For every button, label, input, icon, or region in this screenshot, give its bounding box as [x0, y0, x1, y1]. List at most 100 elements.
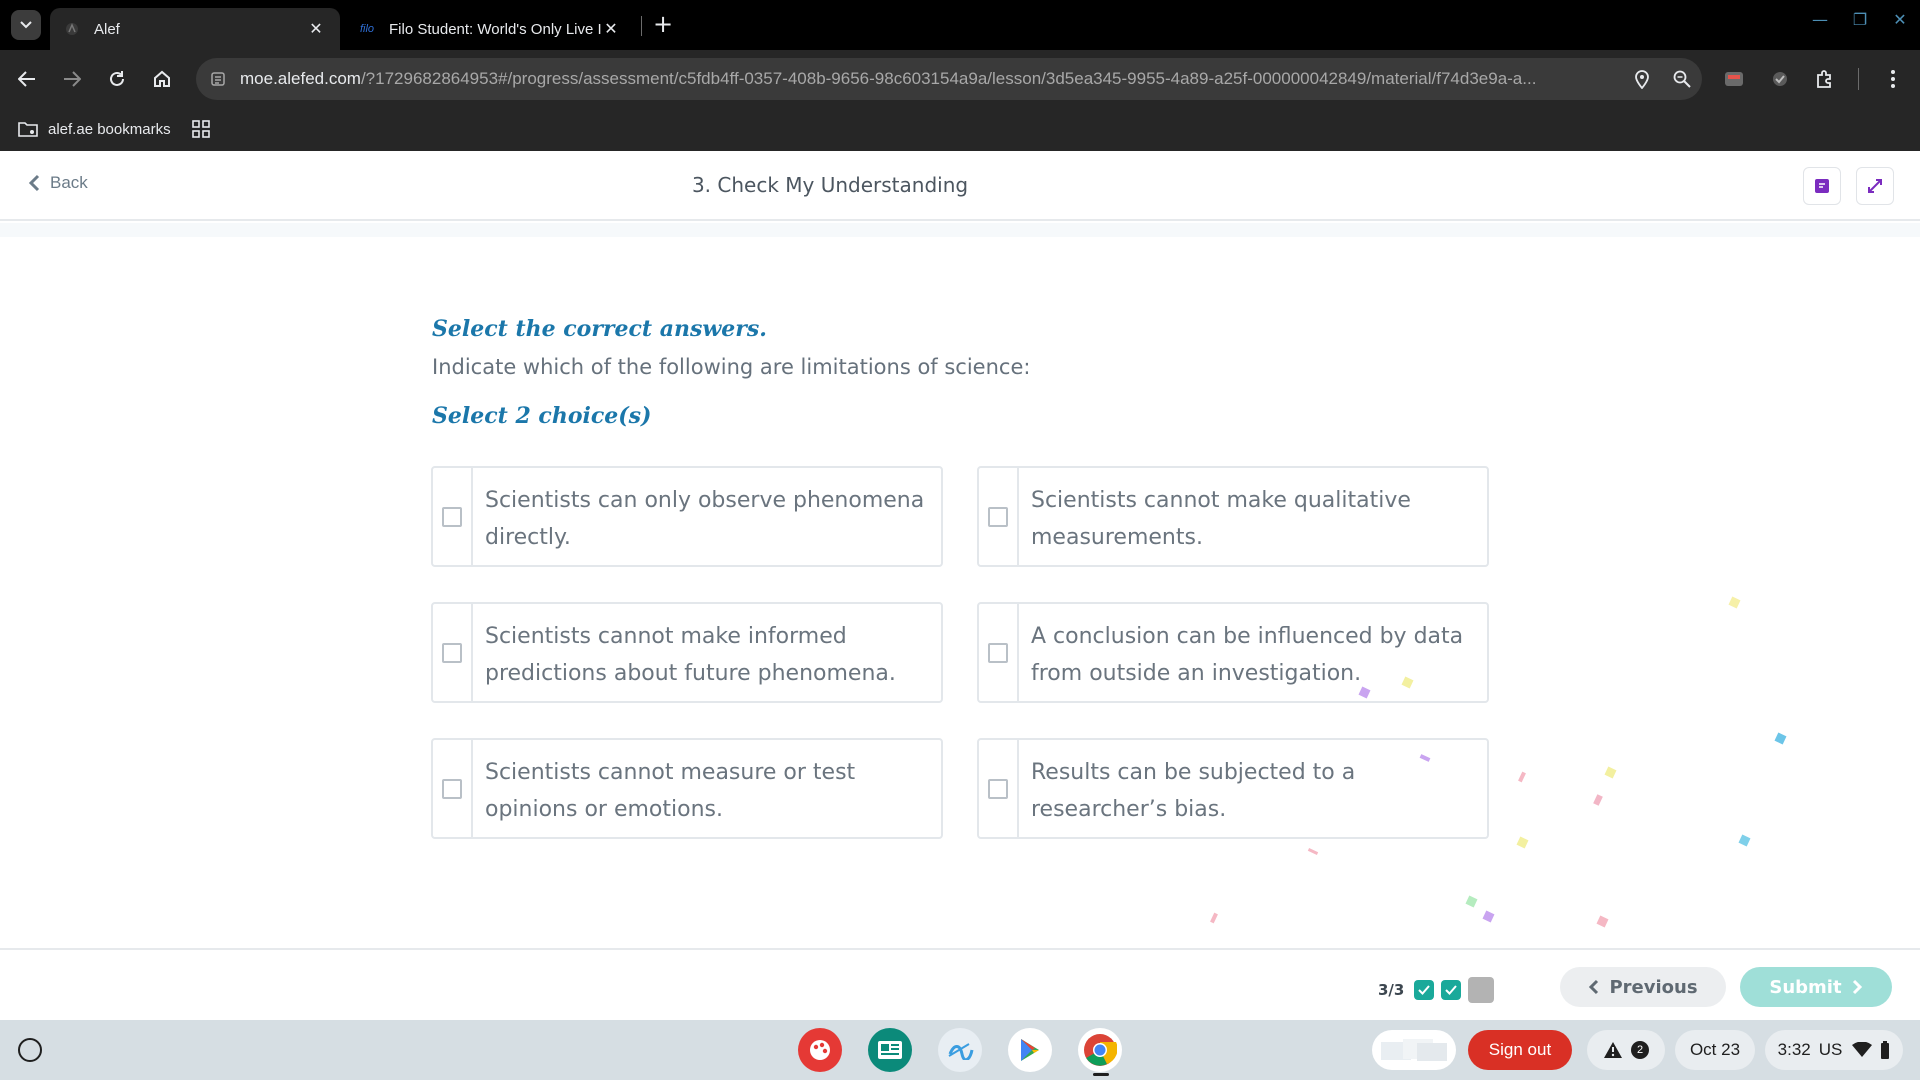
answer-checkbox[interactable] [988, 642, 1008, 663]
checkbox-cell [433, 740, 473, 837]
tab-alef[interactable]: Alef ✕ [50, 8, 340, 50]
os-shelf: Sign out 2 Oct 23 3:32 US [0, 1020, 1920, 1080]
answer-option[interactable]: Scientists cannot make qualitative measu… [977, 466, 1489, 567]
holding-space-thumbnail[interactable] [1372, 1030, 1456, 1070]
bookmark-folder-label: alef.ae bookmarks [48, 120, 171, 138]
notebook-button[interactable] [1803, 167, 1841, 205]
status-area[interactable]: 3:32 US [1765, 1030, 1903, 1070]
question-instruction: Select the correct answers. [432, 316, 767, 342]
answer-text: Results can be subjected to a researcher… [1031, 760, 1356, 822]
wifi-icon [1852, 1042, 1873, 1057]
progress-text: 3/3 [1378, 981, 1405, 999]
forward-nav-button[interactable] [57, 64, 87, 94]
locale-text: US [1818, 1040, 1843, 1059]
url-host: moe.alefed.com [240, 69, 361, 88]
progress-indicator: 3/3 [1378, 977, 1501, 1003]
answer-text: Scientists cannot make informed predicti… [485, 624, 896, 686]
confetti-piece [1596, 915, 1609, 928]
confetti-piece [1465, 895, 1478, 908]
launcher-icon[interactable] [18, 1038, 42, 1062]
home-button[interactable] [147, 64, 177, 94]
chevron-left-icon [1589, 979, 1599, 995]
toolbar-divider [1858, 68, 1859, 90]
location-pin-icon[interactable] [1622, 69, 1662, 89]
tab-separator [641, 16, 642, 36]
progress-step-done[interactable] [1414, 980, 1435, 1000]
site-info-icon[interactable] [196, 71, 240, 87]
checkbox-cell [979, 468, 1019, 565]
previous-button[interactable]: Previous [1560, 967, 1726, 1007]
answer-checkbox[interactable] [442, 642, 462, 663]
answer-option[interactable]: Scientists cannot measure or test opinio… [431, 738, 943, 839]
check-icon [1418, 985, 1431, 995]
alef-icon [64, 21, 80, 37]
apps-grid-icon[interactable] [192, 120, 210, 142]
canvas-app-icon[interactable] [798, 1028, 842, 1072]
confetti-piece [1518, 771, 1526, 783]
arrow-left-icon [18, 71, 35, 87]
chevron-down-icon [20, 21, 32, 29]
answer-option[interactable]: A conclusion can be influenced by data f… [977, 602, 1489, 703]
minimize-icon[interactable]: — [1806, 10, 1834, 29]
time-text: 3:32 [1777, 1040, 1811, 1059]
chrome-app-icon[interactable] [1078, 1028, 1122, 1072]
answer-option[interactable]: Scientists can only observe phenomena di… [431, 466, 943, 567]
answer-checkbox[interactable] [988, 506, 1008, 527]
answer-option[interactable]: Results can be subjected to a researcher… [977, 738, 1489, 839]
close-tab-icon[interactable]: ✕ [601, 19, 621, 39]
fullscreen-button[interactable] [1856, 167, 1894, 205]
back-nav-button[interactable] [12, 64, 42, 94]
extensions-puzzle-icon[interactable] [1810, 64, 1840, 94]
browser-toolbar: moe.alefed.com/?1729682864953#/progress/… [0, 50, 1920, 108]
bookmarks-bar: alef.ae bookmarks [0, 108, 1920, 151]
sign-out-button[interactable]: Sign out [1468, 1030, 1572, 1070]
zoom-icon[interactable] [1662, 70, 1702, 88]
extension-paint-icon[interactable] [1719, 64, 1749, 94]
confetti-piece [1482, 910, 1495, 923]
page-title: 3. Check My Understanding [691, 173, 969, 197]
checkbox-cell [433, 604, 473, 701]
answer-option[interactable]: Scientists cannot make informed predicti… [431, 602, 943, 703]
question-text: Indicate which of the following are limi… [432, 355, 1031, 379]
link-app-icon[interactable] [938, 1028, 982, 1072]
tab-search-button[interactable] [11, 10, 41, 40]
progress-step-done[interactable] [1441, 980, 1462, 1000]
confetti-piece [1774, 732, 1787, 745]
reload-button[interactable] [102, 64, 132, 94]
header-shadow-bar [0, 223, 1920, 237]
notifications-button[interactable]: 2 [1587, 1030, 1665, 1070]
checkbox-cell [979, 604, 1019, 701]
progress-step-current[interactable] [1468, 977, 1495, 1003]
play-store-icon[interactable] [1008, 1028, 1052, 1072]
confetti-piece [1738, 834, 1751, 847]
arrow-right-icon [64, 71, 81, 87]
tab-title: Filo Student: World's Only Live I [389, 20, 601, 38]
close-tab-icon[interactable]: ✕ [306, 19, 326, 39]
warning-icon [1604, 1042, 1622, 1058]
confetti-piece [1307, 848, 1319, 855]
lesson-header: Back 3. Check My Understanding [0, 151, 1920, 221]
url-path: /?1729682864953#/progress/assessment/c5f… [360, 69, 1537, 88]
answer-checkbox[interactable] [988, 778, 1008, 799]
answer-text: Scientists cannot make qualitative measu… [1031, 488, 1411, 550]
classroom-app-icon[interactable] [868, 1028, 912, 1072]
address-bar[interactable]: moe.alefed.com/?1729682864953#/progress/… [196, 58, 1702, 100]
assessment-footer: 3/3 Previous Submit [0, 948, 1920, 1020]
menu-dots-icon[interactable] [1878, 64, 1908, 94]
extension-shield-icon[interactable] [1765, 64, 1795, 94]
date-button[interactable]: Oct 23 [1675, 1030, 1755, 1070]
confetti-piece [1210, 912, 1218, 924]
tab-filo[interactable]: filo Filo Student: World's Only Live I ✕ [345, 8, 635, 50]
new-tab-button[interactable]: + [650, 12, 676, 38]
answer-checkbox[interactable] [442, 506, 462, 527]
bookmark-folder[interactable]: alef.ae bookmarks [18, 116, 171, 142]
sign-out-label: Sign out [1488, 1040, 1552, 1059]
answer-checkbox[interactable] [442, 778, 462, 799]
restore-icon[interactable]: ❐ [1846, 10, 1874, 29]
battery-icon [1881, 1041, 1890, 1059]
answer-text: A conclusion can be influenced by data f… [1031, 624, 1464, 686]
filo-icon: filo [359, 23, 375, 35]
url-text: moe.alefed.com/?1729682864953#/progress/… [240, 69, 1622, 89]
submit-button[interactable]: Submit [1740, 967, 1892, 1007]
close-window-icon[interactable]: ✕ [1886, 10, 1914, 29]
